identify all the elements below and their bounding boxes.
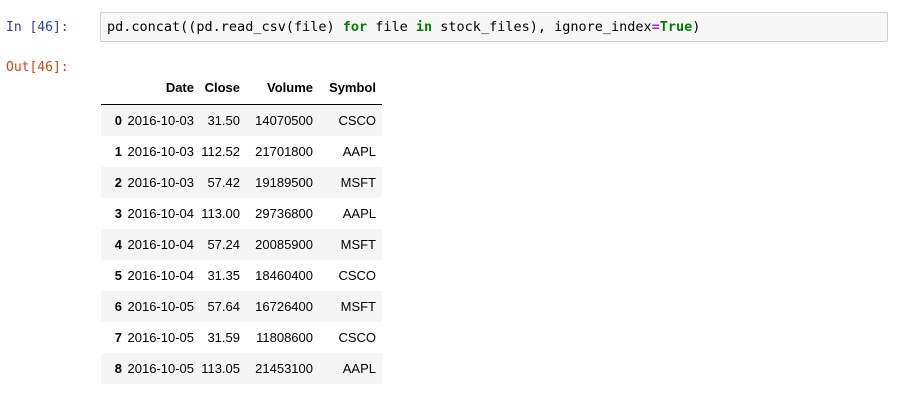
cell-close: 113.05 (201, 361, 240, 376)
header-symbol: Symbol (318, 70, 382, 105)
row-index: 7 (114, 330, 122, 345)
cell-close: 57.42 (207, 175, 240, 190)
table-row: 4 2016-10-04 57.24 20085900 MSFT (101, 229, 382, 260)
table-row: 1 2016-10-03 112.52 21701800 AAPL (101, 136, 382, 167)
cell-volume: 20085900 (255, 237, 313, 252)
cell-date: 2016-10-04 (127, 206, 195, 221)
table-row: 7 2016-10-05 31.59 11808600 CSCO (101, 322, 382, 353)
cell-volume: 19189500 (255, 175, 313, 190)
row-index: 4 (114, 237, 122, 252)
table-row: 5 2016-10-04 31.35 18460400 CSCO (101, 260, 382, 291)
row-index: 3 (114, 206, 122, 221)
row-index: 1 (114, 144, 122, 159)
cell-volume: 29736800 (255, 206, 313, 221)
cell-volume: 21701800 (255, 144, 313, 159)
code-token: pd.read_csv(file) (196, 19, 343, 35)
header-index (101, 70, 126, 105)
code-token: file (367, 19, 416, 35)
cell-symbol: MSFT (340, 299, 376, 314)
code-token: True (659, 19, 693, 35)
row-index: 8 (114, 361, 122, 376)
cell-volume: 18460400 (255, 268, 313, 283)
cell-symbol: CSCO (338, 330, 376, 345)
code-input-area[interactable]: pd.concat((pd.read_csv(file) for file in… (100, 12, 888, 42)
cell-date: 2016-10-03 (127, 144, 195, 159)
header-volume: Volume (245, 70, 318, 105)
cell-symbol: AAPL (342, 144, 376, 159)
cell-date: 2016-10-05 (127, 330, 195, 345)
code-token: pd.concat( (107, 19, 189, 35)
cell-volume: 11808600 (256, 330, 313, 345)
code-token: for (342, 19, 368, 35)
cell-close: 113.00 (201, 206, 240, 221)
table-row: 6 2016-10-05 57.64 16726400 MSFT (101, 291, 382, 322)
cell-date: 2016-10-04 (127, 268, 195, 283)
table-row: 8 2016-10-05 113.05 21453100 AAPL (101, 353, 382, 384)
input-prompt: In [46]: (6, 20, 69, 35)
cell-close: 112.52 (201, 144, 240, 159)
cell-volume: 21453100 (255, 361, 313, 376)
cell-symbol: MSFT (340, 175, 376, 190)
table-row: 2 2016-10-03 57.42 19189500 MSFT (101, 167, 382, 198)
row-index: 6 (114, 299, 122, 314)
code-token: stock_files), ignore_index (432, 19, 652, 35)
cell-date: 2016-10-05 (127, 299, 195, 314)
cell-date: 2016-10-03 (127, 175, 195, 190)
cell-symbol: AAPL (342, 206, 376, 221)
cell-date: 2016-10-04 (127, 237, 195, 252)
cell-symbol: MSFT (340, 237, 376, 252)
row-index: 5 (114, 268, 122, 283)
output-prompt: Out[46]: (6, 60, 69, 75)
code-token: in (415, 19, 433, 35)
table-header-row: Date Close Volume Symbol (101, 70, 382, 105)
code-token: ) (692, 19, 701, 35)
cell-close: 57.64 (207, 299, 240, 314)
dataframe-output-table: Date Close Volume Symbol 0 2016-10-03 31.5… (101, 70, 382, 384)
cell-volume: 14070500 (255, 113, 313, 128)
cell-symbol: CSCO (338, 268, 376, 283)
row-index: 0 (114, 113, 122, 128)
cell-close: 31.35 (207, 268, 240, 283)
cell-date: 2016-10-05 (127, 361, 195, 376)
table-body: 0 2016-10-03 31.50 14070500 CSCO 1 2016-10-03 1… (101, 104, 382, 384)
header-close: Close (198, 70, 245, 105)
cell-symbol: AAPL (342, 361, 376, 376)
cell-close: 57.24 (207, 237, 240, 252)
header-date: Date (126, 70, 198, 105)
cell-close: 31.59 (207, 330, 240, 345)
code-token: = (651, 19, 660, 35)
row-index: 2 (114, 175, 122, 190)
table-row: 0 2016-10-03 31.50 14070500 CSCO (101, 104, 382, 136)
cell-date: 2016-10-03 (127, 113, 195, 128)
table-row: 3 2016-10-04 113.00 29736800 AAPL (101, 198, 382, 229)
cell-volume: 16726400 (255, 299, 313, 314)
cell-symbol: CSCO (338, 113, 376, 128)
cell-close: 31.50 (207, 113, 240, 128)
